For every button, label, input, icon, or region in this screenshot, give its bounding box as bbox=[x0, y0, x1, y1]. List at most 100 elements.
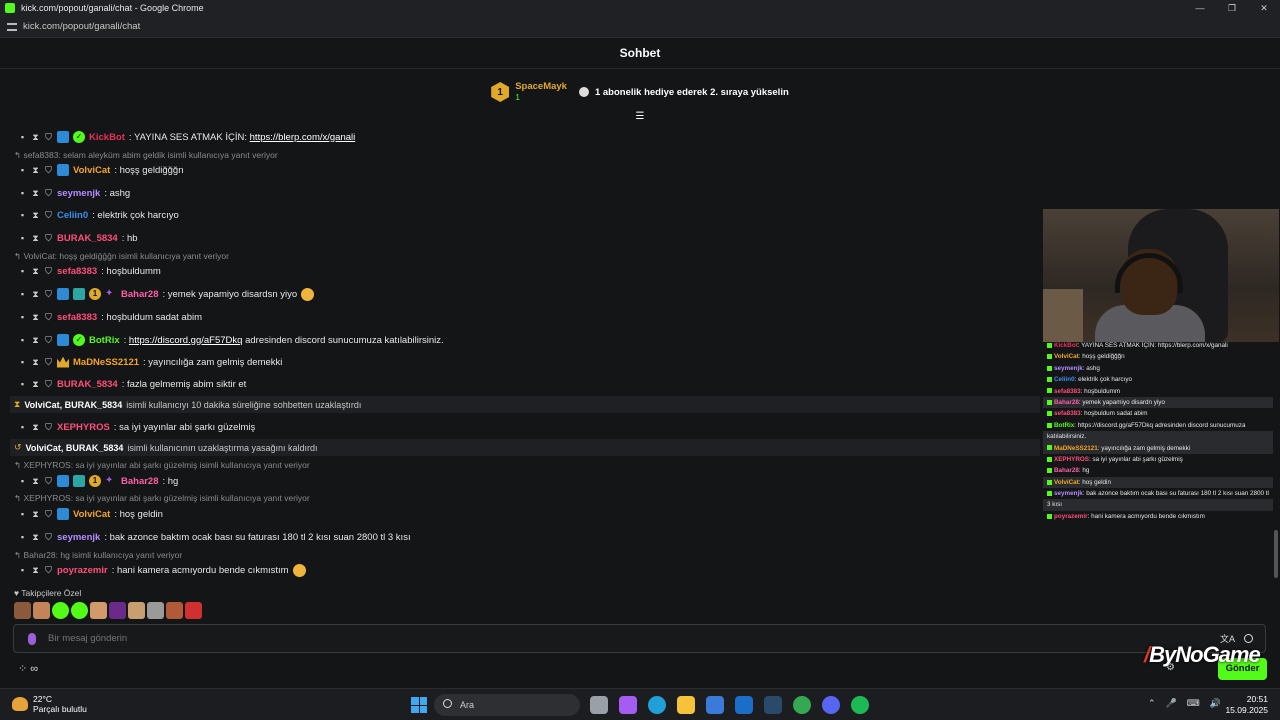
pin-icon[interactable]: ▪ bbox=[18, 165, 27, 175]
username[interactable]: BURAK_5834 bbox=[57, 379, 118, 390]
pin-icon[interactable]: ▪ bbox=[18, 188, 27, 198]
file-explorer-icon[interactable] bbox=[677, 696, 695, 714]
weather-widget[interactable]: 22°C Parçalı bulutlu bbox=[12, 694, 87, 714]
pin-icon[interactable]: ▪ bbox=[18, 289, 27, 299]
shield-icon[interactable]: ⛉ bbox=[44, 289, 53, 299]
pin-icon[interactable]: ▪ bbox=[18, 532, 27, 542]
emote[interactable] bbox=[14, 602, 31, 619]
username[interactable]: Bahar28 bbox=[121, 476, 159, 487]
timeout-icon[interactable]: ⧗ bbox=[31, 476, 40, 486]
gift-leaderboard[interactable]: 1 SpaceMayk 1 1 abonelik hediye ederek 2… bbox=[0, 78, 1280, 106]
close-button[interactable]: ✕ bbox=[1248, 0, 1280, 16]
username[interactable]: Celiin0 bbox=[57, 210, 88, 221]
system-tray[interactable]: ⌃ 🎤 ⌨ 🔊 bbox=[1148, 698, 1221, 709]
username[interactable]: sefa8383 bbox=[57, 312, 97, 323]
emote[interactable] bbox=[185, 602, 202, 619]
pin-icon[interactable]: ▪ bbox=[18, 422, 27, 432]
timeout-icon[interactable]: ⧗ bbox=[31, 312, 40, 322]
message-link[interactable]: https://discord.gg/aF57Dkq bbox=[129, 335, 243, 346]
pin-icon[interactable]: ▪ bbox=[18, 476, 27, 486]
timeout-icon[interactable]: ⧗ bbox=[31, 132, 40, 142]
copilot-icon[interactable] bbox=[619, 696, 637, 714]
timeout-icon[interactable]: ⧗ bbox=[31, 266, 40, 276]
spotify-icon[interactable] bbox=[851, 696, 869, 714]
chat-tools[interactable]: ⁘ ∞ bbox=[18, 662, 38, 675]
pin-icon[interactable]: ▪ bbox=[18, 312, 27, 322]
timeout-icon[interactable]: ⧗ bbox=[31, 422, 40, 432]
reply-context[interactable]: ↰ VolviCat: hoşş geldiğğğn isimli kullan… bbox=[14, 251, 229, 263]
shield-icon[interactable]: ⛉ bbox=[44, 509, 53, 519]
outlook-icon[interactable] bbox=[735, 696, 753, 714]
reply-context[interactable]: ↰ XEPHYROS: sa iyi yayınlar abi şarkı gü… bbox=[14, 460, 310, 472]
timeout-icon[interactable]: ⧗ bbox=[31, 188, 40, 198]
shield-icon[interactable]: ⛉ bbox=[44, 422, 53, 432]
start-button[interactable] bbox=[411, 697, 427, 713]
timeout-icon[interactable]: ⧗ bbox=[31, 379, 40, 389]
steam-icon[interactable] bbox=[764, 696, 782, 714]
pin-icon[interactable]: ▪ bbox=[18, 509, 27, 519]
chat-input[interactable] bbox=[48, 633, 1148, 644]
maximize-button[interactable]: ❐ bbox=[1216, 0, 1248, 16]
reply-context[interactable]: ↰ Bahar28: hg isimli kullanıcıya yanıt v… bbox=[14, 550, 182, 562]
shield-icon[interactable]: ⛉ bbox=[44, 210, 53, 220]
pin-icon[interactable]: ▪ bbox=[18, 335, 27, 345]
microphone-icon[interactable] bbox=[28, 632, 36, 645]
pin-icon[interactable]: ▪ bbox=[18, 132, 27, 142]
pin-icon[interactable]: ▪ bbox=[18, 357, 27, 367]
shield-icon[interactable]: ⛉ bbox=[44, 312, 53, 322]
emote[interactable] bbox=[166, 602, 183, 619]
shield-icon[interactable]: ⛉ bbox=[44, 532, 53, 542]
username[interactable]: XEPHYROS bbox=[57, 422, 110, 433]
shield-icon[interactable]: ⛉ bbox=[44, 132, 53, 142]
store-icon[interactable] bbox=[706, 696, 724, 714]
username[interactable]: BURAK_5834 bbox=[57, 233, 118, 244]
timeout-icon[interactable]: ⧗ bbox=[31, 565, 40, 575]
timeout-icon[interactable]: ⧗ bbox=[31, 357, 40, 367]
emote[interactable] bbox=[71, 602, 88, 619]
reply-context[interactable]: ↰ sefa8383: selam aleyküm abim geldik is… bbox=[14, 150, 278, 162]
username[interactable]: poyrazemir bbox=[57, 565, 108, 576]
shield-icon[interactable]: ⛉ bbox=[44, 335, 53, 345]
username[interactable]: MaDNeSS2121 bbox=[73, 357, 139, 368]
username[interactable]: KickBot bbox=[89, 132, 125, 143]
username[interactable]: BotRix bbox=[89, 335, 120, 346]
shield-icon[interactable]: ⛉ bbox=[44, 476, 53, 486]
scrollbar[interactable] bbox=[1274, 530, 1278, 578]
shield-icon[interactable]: ⛉ bbox=[44, 233, 53, 243]
emote[interactable] bbox=[128, 602, 145, 619]
shield-icon[interactable]: ⛉ bbox=[44, 357, 53, 367]
discord-icon[interactable] bbox=[822, 696, 840, 714]
chat-input-box[interactable]: 文A bbox=[13, 624, 1266, 653]
minimize-button[interactable]: — bbox=[1184, 0, 1216, 16]
timeout-icon[interactable]: ⧗ bbox=[31, 233, 40, 243]
timeout-icon[interactable]: ⧗ bbox=[31, 532, 40, 542]
timeout-icon[interactable]: ⧗ bbox=[31, 210, 40, 220]
reply-context[interactable]: ↰ XEPHYROS: sa iyi yayınlar abi şarkı gü… bbox=[14, 493, 310, 505]
shield-icon[interactable]: ⛉ bbox=[44, 379, 53, 389]
shield-icon[interactable]: ⛉ bbox=[44, 188, 53, 198]
emote[interactable] bbox=[147, 602, 164, 619]
timeout-icon[interactable]: ⧗ bbox=[31, 289, 40, 299]
message-link[interactable]: https://blerp.com/x/ganali bbox=[250, 132, 356, 143]
scroll-down-icon[interactable]: ☰ bbox=[634, 112, 646, 122]
pin-icon[interactable]: ▪ bbox=[18, 379, 27, 389]
clock[interactable]: 20:51 15.09.2025 bbox=[1225, 694, 1268, 716]
emote[interactable] bbox=[52, 602, 69, 619]
task-view-icon[interactable] bbox=[590, 696, 608, 714]
username[interactable]: VolviCat bbox=[73, 509, 110, 520]
username[interactable]: seymenjk bbox=[57, 532, 100, 543]
username[interactable]: seymenjk bbox=[57, 188, 100, 199]
emote[interactable] bbox=[109, 602, 126, 619]
pin-icon[interactable]: ▪ bbox=[18, 233, 27, 243]
timeout-icon[interactable]: ⧗ bbox=[31, 509, 40, 519]
timeout-icon[interactable]: ⧗ bbox=[31, 165, 40, 175]
taskbar-search[interactable]: Ara bbox=[434, 694, 580, 716]
shield-icon[interactable]: ⛉ bbox=[44, 266, 53, 276]
notice-names[interactable]: VolviCat, BURAK_5834 bbox=[24, 400, 122, 410]
emote[interactable] bbox=[90, 602, 107, 619]
shield-icon[interactable]: ⛉ bbox=[44, 165, 53, 175]
shield-icon[interactable]: ⛉ bbox=[44, 565, 53, 575]
emote[interactable] bbox=[33, 602, 50, 619]
pin-icon[interactable]: ▪ bbox=[18, 266, 27, 276]
notice-names[interactable]: VolviCat, BURAK_5834 bbox=[26, 443, 124, 453]
